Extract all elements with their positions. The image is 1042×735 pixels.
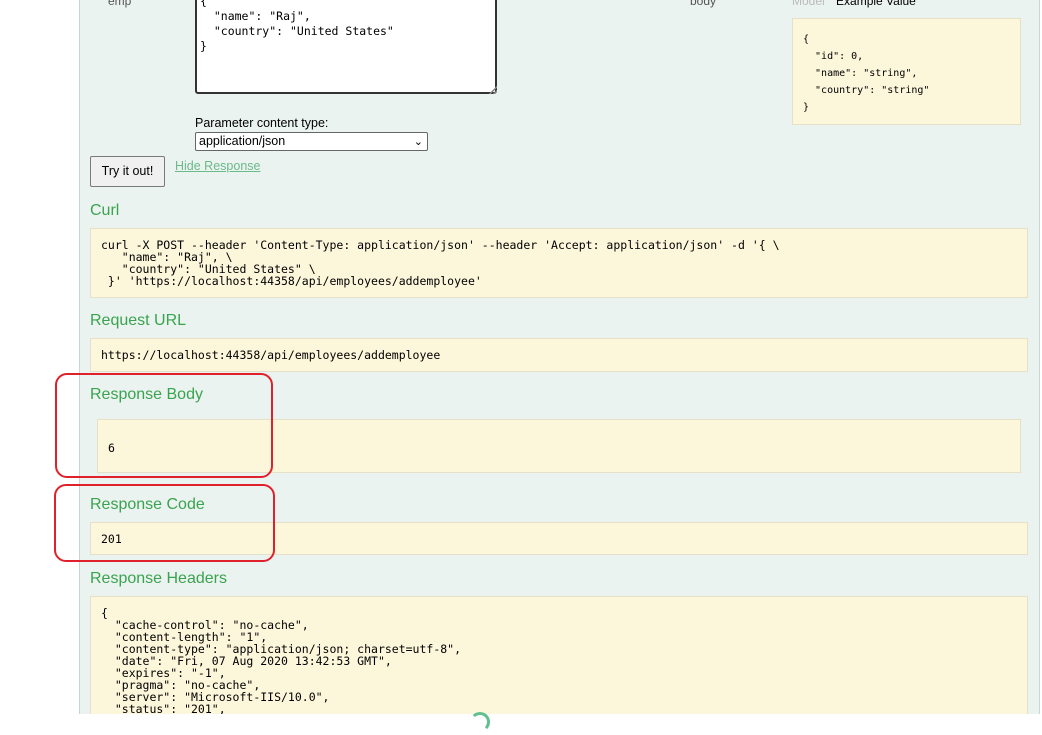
response-code-highlight	[54, 484, 275, 562]
tab-model[interactable]: Model	[792, 0, 825, 8]
param-name-label: emp	[108, 0, 132, 8]
example-value-block[interactable]: { "id": 0, "name": "string", "country": …	[792, 18, 1021, 125]
hide-response-link[interactable]: Hide Response	[175, 159, 260, 173]
tab-example-value[interactable]: Example Value	[836, 0, 916, 8]
curl-command-block[interactable]: curl -X POST --header 'Content-Type: app…	[90, 228, 1028, 298]
request-url-block[interactable]: https://localhost:44358/api/employees/ad…	[90, 338, 1028, 372]
response-headers-heading: Response Headers	[90, 570, 227, 587]
response-body-highlight	[55, 373, 273, 478]
loading-spinner-icon	[470, 712, 490, 732]
request-url-heading: Request URL	[90, 312, 187, 329]
curl-heading: Curl	[90, 202, 120, 219]
resize-grip-icon[interactable]	[489, 86, 497, 94]
chevron-down-icon: ⌄	[413, 136, 423, 148]
try-it-out-button[interactable]: Try it out!	[90, 156, 165, 187]
content-type-selected: application/json	[199, 134, 286, 148]
content-type-select[interactable]: application/json ⌄	[195, 132, 428, 151]
request-body-textarea[interactable]: { "name": "Raj", "country": "United Stat…	[195, 0, 497, 94]
param-type-label: body	[690, 0, 717, 8]
response-headers-block[interactable]: { "cache-control": "no-cache", "content-…	[90, 596, 1028, 714]
content-type-label: Parameter content type:	[195, 116, 329, 130]
operation-panel: emp { "name": "Raj", "country": "United …	[79, 0, 1040, 714]
model-tabs: Model Example Value	[792, 0, 916, 8]
